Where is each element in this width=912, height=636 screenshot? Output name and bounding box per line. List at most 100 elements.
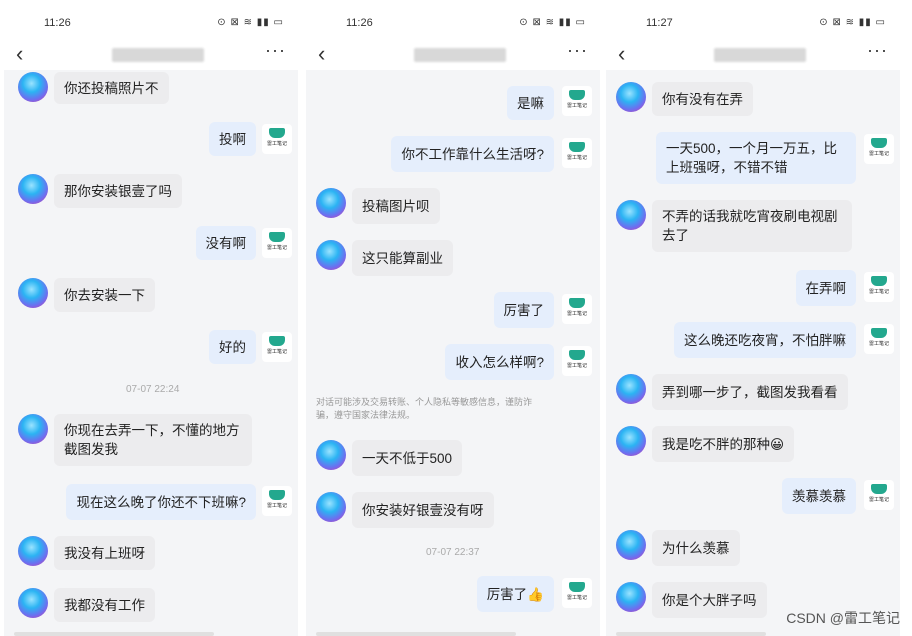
- more-options-icon[interactable]: ···: [867, 40, 888, 61]
- user-avatar-logo[interactable]: 雷工笔记: [562, 294, 592, 324]
- message-bubble[interactable]: 一天500，一个月一万五，比上班强呀，不错不错: [656, 132, 856, 184]
- user-avatar-logo[interactable]: 雷工笔记: [562, 138, 592, 168]
- message-bubble[interactable]: 现在这么晚了你还不下班嘛?: [66, 484, 256, 520]
- message-bubble[interactable]: 你去安装一下: [54, 278, 155, 312]
- message-bubble[interactable]: 厉害了: [493, 292, 554, 328]
- chat-header: ‹ ···: [306, 40, 600, 70]
- chat-header: ‹ ···: [606, 40, 900, 70]
- contact-avatar[interactable]: [18, 72, 48, 102]
- contact-avatar[interactable]: [616, 374, 646, 404]
- message-bubble[interactable]: 你安装好银壹没有呀: [352, 492, 494, 528]
- message-bubble[interactable]: 我是吃不胖的那种😀: [652, 426, 795, 462]
- contact-avatar[interactable]: [316, 188, 346, 218]
- back-arrow-icon[interactable]: ‹: [318, 42, 325, 66]
- contact-name-blurred: [714, 48, 806, 62]
- message-bubble[interactable]: 一天不低于500: [352, 440, 463, 476]
- user-avatar-logo[interactable]: 雷工笔记: [864, 324, 894, 354]
- logo-text: 雷工笔记: [566, 363, 587, 369]
- back-arrow-icon[interactable]: ‹: [16, 42, 23, 66]
- status-icons: ⊙ ⊠ ≋ ▮▮ ▭: [217, 17, 284, 28]
- logo-text: 雷工笔记: [566, 155, 587, 161]
- message-bubble[interactable]: 这么晚还吃夜宵，不怕胖嘛: [674, 322, 856, 358]
- chat-screen-3: 11:27 ⊙ ⊠ ≋ ▮▮ ▭ ‹ ··· 你有没有在弄 一天500，一个月一…: [606, 0, 900, 636]
- message-timestamp: 07-07 22:24: [126, 384, 180, 395]
- logo-text: 雷工笔记: [868, 341, 889, 347]
- contact-name-blurred: [112, 48, 204, 62]
- message-bubble[interactable]: 你现在去弄一下，不懂的地方截图发我: [54, 414, 252, 466]
- message-bubble[interactable]: 那你安装银壹了吗: [54, 174, 182, 208]
- contact-avatar[interactable]: [316, 492, 346, 522]
- message-bubble[interactable]: 在弄啊: [795, 270, 856, 306]
- user-avatar-logo[interactable]: 雷工笔记: [262, 228, 292, 258]
- user-avatar-logo[interactable]: 雷工笔记: [562, 578, 592, 608]
- message-bubble[interactable]: 不弄的话我就吃宵夜刷电视剧去了: [652, 200, 852, 252]
- message-bubble[interactable]: 你是个大胖子吗: [652, 582, 767, 618]
- contact-name-blurred: [414, 48, 506, 62]
- status-bar: 11:27 ⊙ ⊠ ≋ ▮▮ ▭: [606, 0, 900, 40]
- message-bubble[interactable]: 弄到哪一步了，截图发我看看: [652, 374, 848, 410]
- user-avatar-logo[interactable]: 雷工笔记: [262, 486, 292, 516]
- user-avatar-logo[interactable]: 雷工笔记: [562, 346, 592, 376]
- logo-text: 雷工笔记: [868, 289, 889, 295]
- contact-avatar[interactable]: [316, 440, 346, 470]
- user-avatar-logo[interactable]: 雷工笔记: [864, 272, 894, 302]
- logo-text: 雷工笔记: [266, 503, 287, 509]
- message-bubble[interactable]: 你有没有在弄: [652, 82, 753, 116]
- status-bar: 11:26 ⊙ ⊠ ≋ ▮▮ ▭: [306, 0, 600, 40]
- message-bubble[interactable]: 厉害了👍: [476, 576, 554, 612]
- contact-avatar[interactable]: [316, 240, 346, 270]
- contact-avatar[interactable]: [616, 82, 646, 112]
- message-bubble[interactable]: 这只能算副业: [352, 240, 453, 276]
- more-options-icon[interactable]: ···: [265, 40, 286, 61]
- message-bubble[interactable]: 是嘛: [507, 86, 554, 120]
- logo-text: 雷工笔记: [566, 595, 587, 601]
- logo-text: 雷工笔记: [266, 141, 287, 147]
- logo-text: 雷工笔记: [266, 349, 287, 355]
- message-bubble[interactable]: 我没有上班呀: [54, 536, 155, 570]
- user-avatar-logo[interactable]: 雷工笔记: [262, 124, 292, 154]
- message-bubble[interactable]: 投稿图片呗: [352, 188, 440, 224]
- input-bar-edge: [14, 632, 214, 636]
- chat-screen-2: 11:26 ⊙ ⊠ ≋ ▮▮ ▭ ‹ ··· 是嘛 雷工笔记 你不工作靠什么生活…: [306, 0, 600, 636]
- back-arrow-icon[interactable]: ‹: [618, 42, 625, 66]
- status-icons: ⊙ ⊠ ≋ ▮▮ ▭: [519, 17, 586, 28]
- status-time: 11:26: [346, 17, 373, 29]
- message-bubble[interactable]: 我都没有工作: [54, 588, 155, 622]
- contact-avatar[interactable]: [616, 530, 646, 560]
- message-bubble[interactable]: 投啊: [209, 122, 256, 156]
- status-icons: ⊙ ⊠ ≋ ▮▮ ▭: [819, 17, 886, 28]
- input-bar-edge: [316, 632, 516, 636]
- logo-text: 雷工笔记: [868, 151, 889, 157]
- contact-avatar[interactable]: [18, 174, 48, 204]
- message-bubble[interactable]: 好的: [209, 330, 256, 364]
- message-timestamp: 07-07 22:37: [426, 547, 480, 558]
- input-bar-edge: [616, 632, 766, 636]
- contact-avatar[interactable]: [18, 588, 48, 618]
- status-bar: 11:26 ⊙ ⊠ ≋ ▮▮ ▭: [4, 0, 298, 40]
- message-bubble[interactable]: 你不工作靠什么生活呀?: [391, 136, 554, 172]
- contact-avatar[interactable]: [616, 426, 646, 456]
- logo-text: 雷工笔记: [868, 497, 889, 503]
- message-bubble[interactable]: 收入怎么样啊?: [445, 344, 554, 380]
- chat-screen-1: 11:26 ⊙ ⊠ ≋ ▮▮ ▭ ‹ ··· 你还投稿照片不 投啊 雷工笔记 那…: [4, 0, 298, 636]
- user-avatar-logo[interactable]: 雷工笔记: [562, 86, 592, 116]
- contact-avatar[interactable]: [18, 536, 48, 566]
- more-options-icon[interactable]: ···: [567, 40, 588, 61]
- contact-avatar[interactable]: [18, 278, 48, 308]
- logo-text: 雷工笔记: [566, 311, 587, 317]
- user-avatar-logo[interactable]: 雷工笔记: [864, 480, 894, 510]
- logo-text: 雷工笔记: [566, 103, 587, 109]
- message-bubble[interactable]: 没有啊: [195, 226, 256, 260]
- contact-avatar[interactable]: [616, 582, 646, 612]
- user-avatar-logo[interactable]: 雷工笔记: [864, 134, 894, 164]
- contact-avatar[interactable]: [18, 414, 48, 444]
- contact-avatar[interactable]: [616, 200, 646, 230]
- message-bubble[interactable]: 为什么羡慕: [652, 530, 740, 566]
- message-bubble[interactable]: 羡慕羡慕: [782, 478, 856, 514]
- safety-notice: 对话可能涉及交易转账、个人隐私等敏感信息，谨防诈骗，遵守国家法律法规。: [316, 397, 533, 420]
- message-bubble[interactable]: 你还投稿照片不: [54, 72, 169, 104]
- logo-text: 雷工笔记: [266, 245, 287, 251]
- status-time: 11:26: [44, 17, 71, 29]
- user-avatar-logo[interactable]: 雷工笔记: [262, 332, 292, 362]
- chat-header: ‹ ···: [4, 40, 298, 70]
